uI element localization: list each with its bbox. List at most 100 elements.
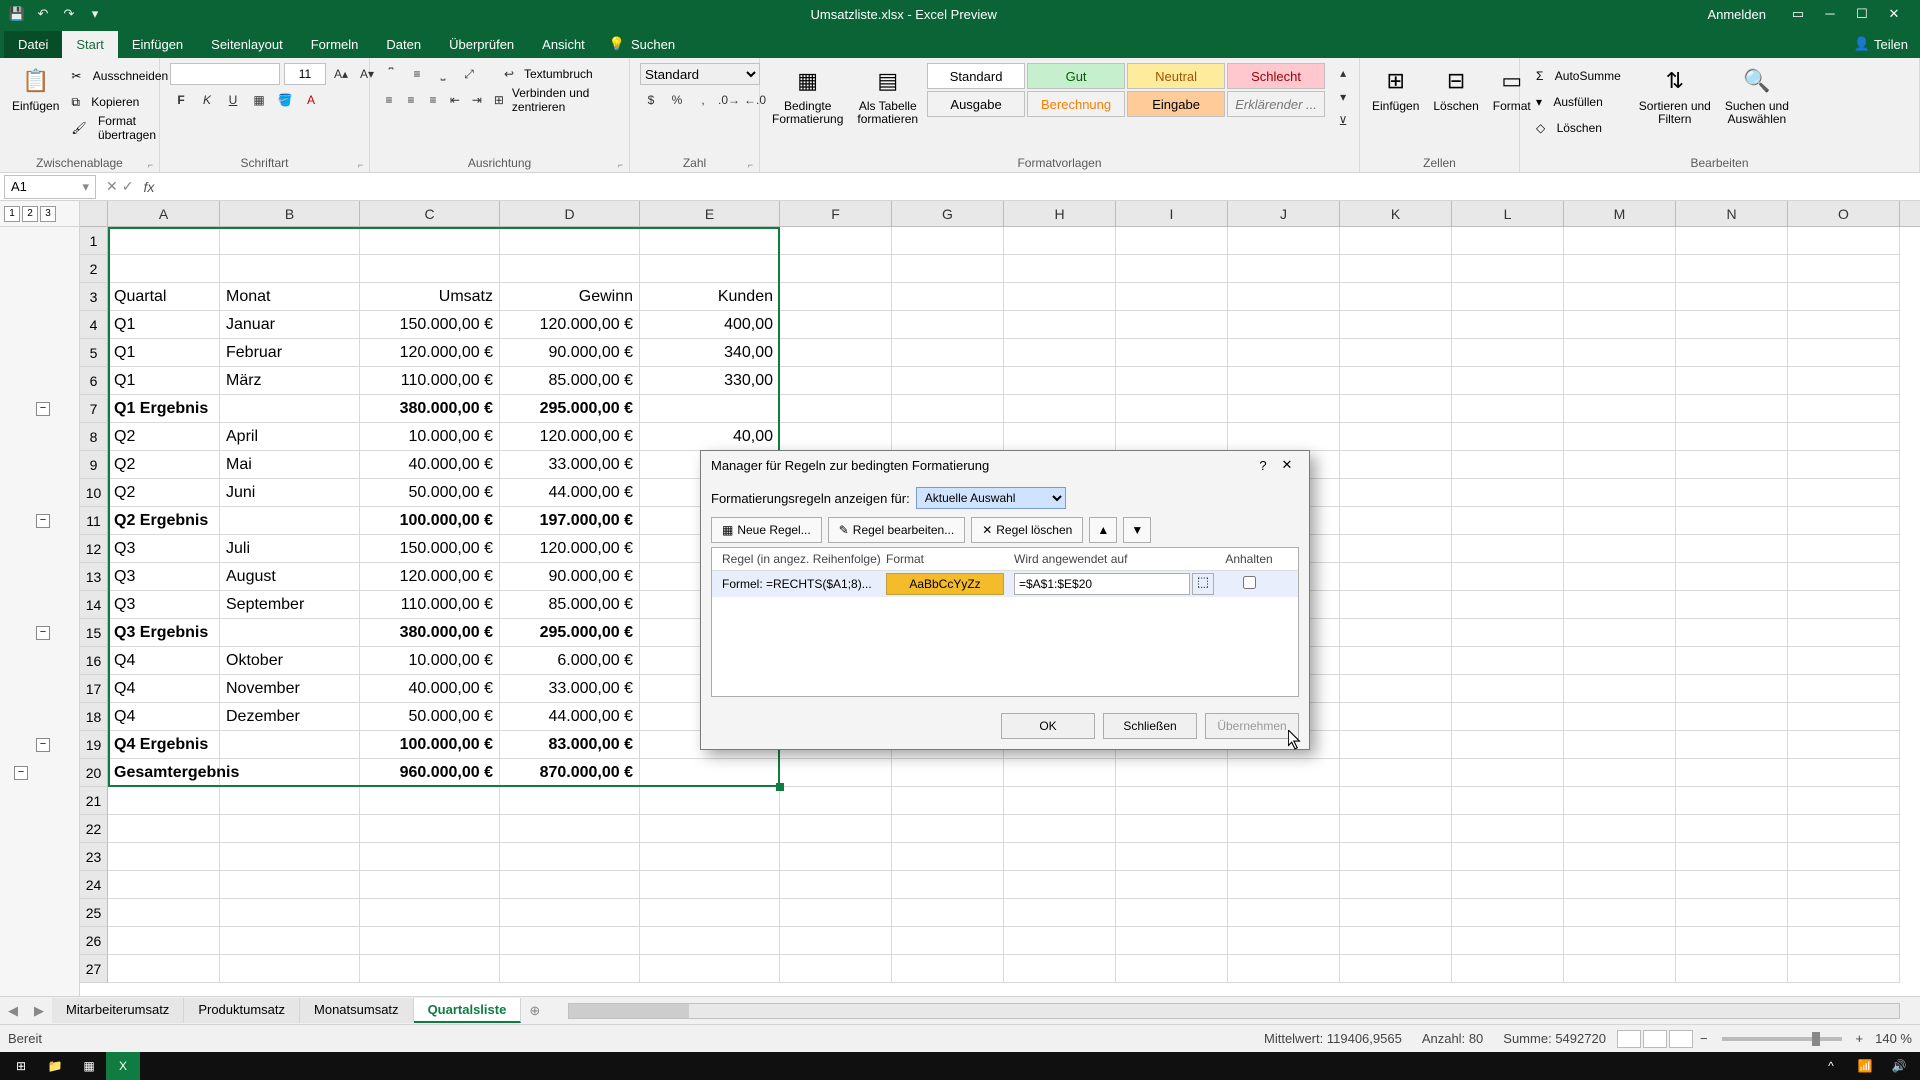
cell[interactable] (892, 339, 1004, 367)
share-button[interactable]: 👤 Teilen (1842, 30, 1920, 58)
cell[interactable] (1788, 395, 1900, 423)
sort-filter-button[interactable]: ⇅Sortieren und Filtern (1633, 62, 1717, 128)
cell[interactable] (892, 815, 1004, 843)
cell[interactable] (1676, 423, 1788, 451)
column-header-M[interactable]: M (1564, 201, 1676, 226)
row-header[interactable]: 8 (80, 423, 108, 451)
cell[interactable] (500, 255, 640, 283)
cell[interactable] (1676, 283, 1788, 311)
sheet-nav-next-icon[interactable]: ▶ (26, 1003, 52, 1019)
cell[interactable] (780, 843, 892, 871)
cell[interactable]: Gesamtergebnis (108, 759, 220, 787)
cell[interactable] (1452, 535, 1564, 563)
cell[interactable]: 83.000,00 € (500, 731, 640, 759)
move-rule-up-button[interactable]: ▲ (1089, 517, 1117, 543)
cell[interactable] (1788, 703, 1900, 731)
cell[interactable] (1564, 619, 1676, 647)
cell[interactable] (1340, 619, 1452, 647)
cell[interactable] (1340, 227, 1452, 255)
italic-button[interactable]: K (196, 89, 218, 111)
outline-level-1[interactable]: 1 (4, 206, 20, 222)
cell[interactable] (1340, 367, 1452, 395)
cell[interactable] (1564, 451, 1676, 479)
cell[interactable] (1004, 759, 1116, 787)
cell[interactable] (1340, 815, 1452, 843)
cell[interactable] (1452, 367, 1564, 395)
cell[interactable]: Q3 (108, 563, 220, 591)
cell[interactable] (640, 843, 780, 871)
cell[interactable] (640, 787, 780, 815)
zoom-in-button[interactable]: + (1850, 1031, 1870, 1046)
cell[interactable] (1340, 787, 1452, 815)
cell[interactable] (1452, 255, 1564, 283)
cell[interactable] (1340, 339, 1452, 367)
move-rule-down-button[interactable]: ▼ (1123, 517, 1151, 543)
cell[interactable] (1676, 619, 1788, 647)
row-header[interactable]: 1 (80, 227, 108, 255)
currency-icon[interactable]: $ (640, 89, 662, 111)
cell[interactable]: 90.000,00 € (500, 563, 640, 591)
cell[interactable] (1116, 787, 1228, 815)
align-middle-icon[interactable]: ≡ (406, 63, 428, 85)
align-center-icon[interactable]: ≡ (402, 89, 420, 111)
cell[interactable] (1228, 255, 1340, 283)
cell[interactable] (1788, 843, 1900, 871)
cell[interactable] (1788, 927, 1900, 955)
cell[interactable] (780, 423, 892, 451)
cell[interactable] (1116, 843, 1228, 871)
cell[interactable] (640, 955, 780, 983)
cell[interactable] (108, 955, 220, 983)
cell[interactable] (1452, 899, 1564, 927)
cell[interactable]: März (220, 367, 360, 395)
row-header[interactable]: 25 (80, 899, 108, 927)
cell[interactable] (1788, 759, 1900, 787)
cell[interactable]: Q3 (108, 535, 220, 563)
volume-icon[interactable]: 🔊 (1882, 1052, 1916, 1080)
font-color-button[interactable]: A (300, 89, 322, 111)
cell[interactable] (500, 815, 640, 843)
font-launcher-icon[interactable]: ⌐ (358, 160, 363, 170)
cell[interactable] (108, 927, 220, 955)
cell[interactable] (780, 255, 892, 283)
qat-more-icon[interactable]: ▾ (86, 5, 104, 23)
cell[interactable]: Q1 Ergebnis (108, 395, 220, 423)
cell[interactable] (1564, 423, 1676, 451)
cell[interactable] (1340, 479, 1452, 507)
cell[interactable]: 50.000,00 € (360, 703, 500, 731)
tab-data[interactable]: Daten (372, 31, 435, 58)
cell[interactable] (1788, 899, 1900, 927)
cell[interactable] (1452, 507, 1564, 535)
tab-review[interactable]: Überprüfen (435, 31, 528, 58)
cell[interactable]: 6.000,00 € (500, 647, 640, 675)
delete-cells-button[interactable]: ⊟Löschen (1427, 62, 1484, 115)
cell[interactable]: 110.000,00 € (360, 367, 500, 395)
cell[interactable] (640, 255, 780, 283)
row-header[interactable]: 24 (80, 871, 108, 899)
row-header[interactable]: 3 (80, 283, 108, 311)
sheet-tab[interactable]: Mitarbeiterumsatz (52, 998, 184, 1023)
undo-icon[interactable]: ↶ (34, 5, 52, 23)
cell[interactable] (780, 899, 892, 927)
zoom-level[interactable]: 140 % (1869, 1031, 1912, 1046)
cell[interactable] (1452, 759, 1564, 787)
row-header[interactable]: 27 (80, 955, 108, 983)
cell[interactable] (892, 423, 1004, 451)
delete-rule-button[interactable]: ✕Regel löschen (971, 517, 1083, 543)
cell[interactable] (1676, 703, 1788, 731)
cell[interactable] (1452, 787, 1564, 815)
row-header[interactable]: 7 (80, 395, 108, 423)
cell[interactable] (1676, 535, 1788, 563)
cell[interactable]: Q3 (108, 591, 220, 619)
row-header[interactable]: 16 (80, 647, 108, 675)
cell[interactable] (220, 395, 360, 423)
cell[interactable]: 33.000,00 € (500, 451, 640, 479)
zoom-slider[interactable] (1722, 1037, 1842, 1041)
cell[interactable] (1452, 675, 1564, 703)
cell[interactable] (1340, 703, 1452, 731)
cell[interactable]: 330,00 (640, 367, 780, 395)
merge-center-button[interactable]: Verbinden und zentrieren (512, 86, 619, 114)
cell[interactable]: 870.000,00 € (500, 759, 640, 787)
cell[interactable] (220, 927, 360, 955)
cell[interactable] (780, 367, 892, 395)
column-header-O[interactable]: O (1788, 201, 1900, 226)
